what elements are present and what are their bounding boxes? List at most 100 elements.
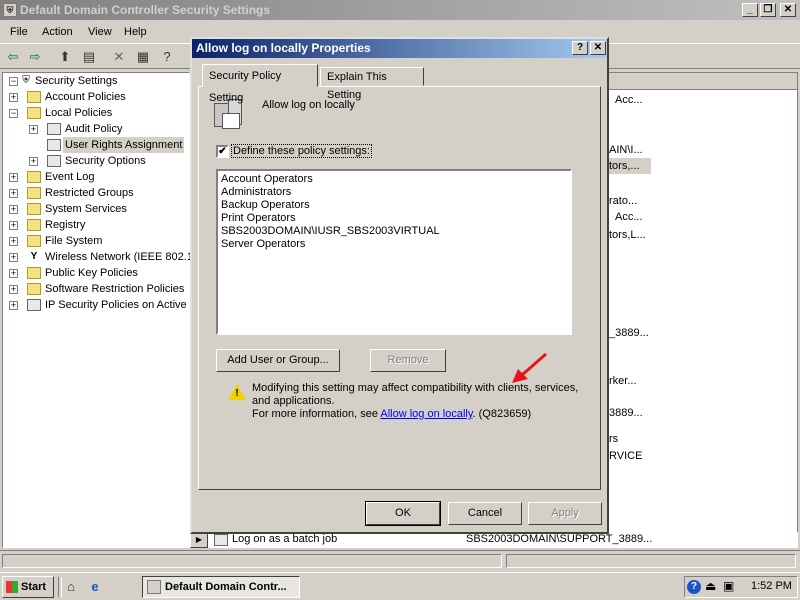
dialog-close-button[interactable]: ✕ [590,41,606,55]
status-bar [0,550,800,570]
expand-icon[interactable]: + [9,269,18,278]
clock[interactable]: 1:52 PM [751,580,792,592]
details-column-header[interactable] [609,73,797,90]
collapse-icon[interactable]: − [9,109,18,118]
warning-exclamation: ! [235,388,239,399]
folder-icon [27,107,41,119]
forward-icon[interactable]: ⇨ [26,48,44,65]
dialog-help-button[interactable]: ? [572,41,588,55]
network-tray-icon[interactable]: ▣ [723,579,734,593]
list-item[interactable]: Backup Operators [221,199,310,212]
tab-explain-this-setting[interactable]: Explain This Setting [320,67,424,101]
shield-icon: ⛨ [22,75,30,86]
table-row[interactable]: Log on as a batch job SBS2003DOMAIN\SUPP… [208,532,798,548]
allow-log-on-locally-link[interactable]: Allow log on locally [380,408,472,420]
expand-icon[interactable]: + [9,93,18,102]
show-hide-tree-icon[interactable]: ▤ [80,48,98,65]
expand-icon[interactable]: + [9,237,18,246]
start-button[interactable]: Start [2,576,54,598]
folder-icon [27,187,41,199]
console-tree[interactable]: − ⛨ Security Settings + Account Policies… [2,72,198,548]
menu-file[interactable]: File [10,26,28,38]
menu-help[interactable]: Help [124,26,147,38]
detail-fragment: Acc... [615,211,643,223]
restore-button[interactable]: ❐ [760,3,776,17]
add-user-or-group-button[interactable]: Add User or Group... [216,349,340,372]
list-item[interactable]: Account Operators [221,173,313,186]
security-settings-icon: ⛨ [3,3,17,17]
security-settings-icon [147,580,161,594]
back-icon[interactable]: ⇦ [4,48,22,65]
help-icon[interactable]: ? [158,48,176,65]
properties-dialog: Allow log on locally Properties ? ✕ Secu… [190,37,609,534]
menu-action[interactable]: Action [42,26,73,38]
list-item[interactable]: Server Operators [221,238,305,251]
dialog-title-bar[interactable]: Allow log on locally Properties ? ✕ [192,39,607,58]
expand-icon[interactable]: + [9,189,18,198]
up-folder-icon[interactable]: ⬆ [56,48,74,65]
dialog-title: Allow log on locally Properties [196,41,371,55]
members-listbox[interactable]: Account Operators Administrators Backup … [216,169,572,335]
list-item[interactable]: Print Operators [221,212,296,225]
desktop-icon[interactable]: ⌂ [62,578,80,595]
details-pane[interactable]: Acc... AIN\I... tors,... rato... Acc... … [608,72,798,548]
expand-icon[interactable]: + [9,253,18,262]
list-item[interactable]: Administrators [221,186,291,199]
ok-button[interactable]: OK [365,501,441,526]
detail-fragment: 3889... [609,407,643,419]
detail-fragment: rker... [609,375,637,387]
folder-icon [27,91,41,103]
detail-fragment: rs [609,433,619,445]
windows-logo-icon [6,581,18,593]
apply-button[interactable]: Apply [528,502,602,525]
detail-fragment: tors,... [609,160,640,172]
tab-security-policy-setting[interactable]: Security Policy Setting [202,64,318,104]
folder-icon [27,235,41,247]
remove-button[interactable]: Remove [370,349,446,372]
expand-icon[interactable]: + [29,157,38,166]
scroll-right-button[interactable]: ▶ [190,532,208,548]
safely-remove-icon[interactable]: ⏏ [705,579,716,593]
expand-icon[interactable]: + [9,173,18,182]
policy-folder-icon [47,155,61,167]
task-button-default-domain[interactable]: Default Domain Contr... [142,576,300,598]
more-info-suffix: . (Q823659) [472,408,532,420]
cancel-button[interactable]: Cancel [448,502,522,525]
expand-icon[interactable]: + [9,221,18,230]
minimize-button[interactable]: _ [742,3,758,17]
main-window-title: Default Domain Controller Security Setti… [20,3,271,17]
internet-explorer-icon[interactable]: e [86,578,104,595]
detail-fragment: rato... [609,195,638,207]
define-policy-label[interactable]: Define these policy settings: [231,144,372,158]
properties-icon[interactable]: ▦ [134,48,152,65]
folder-icon [27,283,41,295]
main-title-bar[interactable]: ⛨ Default Domain Controller Security Set… [0,0,800,20]
detail-fragment: tors,L... [609,229,646,241]
folder-icon [27,171,41,183]
policy-name-label: Allow log on locally [262,99,355,111]
detail-fragment: AIN\I... [609,144,643,156]
policy-folder-icon [47,139,61,151]
expand-icon[interactable]: + [9,285,18,294]
folder-icon [27,267,41,279]
expand-icon[interactable]: + [9,301,18,310]
status-cell [506,554,796,568]
more-info-line: For more information, see Allow log on l… [252,408,531,420]
help-tray-icon[interactable]: ? [687,580,701,594]
folder-icon [27,219,41,231]
system-tray: ? ⏏ ▣ 1:52 PM [684,576,798,598]
collapse-icon[interactable]: − [9,77,18,86]
expand-icon[interactable]: + [29,125,38,134]
delete-icon[interactable]: ✕ [110,48,128,65]
define-policy-checkbox[interactable]: ✔ [216,145,229,158]
list-item[interactable]: SBS2003DOMAIN\IUSR_SBS2003VIRTUAL [221,225,440,238]
detail-fragment: Acc... [615,94,643,106]
folder-icon [27,203,41,215]
network-icon [27,299,41,311]
close-button[interactable]: ✕ [780,3,796,17]
menu-view[interactable]: View [88,26,112,38]
warning-text-line2: and applications. [252,395,335,407]
more-info-prefix: For more information, see [252,408,381,420]
annotation-arrow-icon [512,352,547,383]
expand-icon[interactable]: + [9,205,18,214]
